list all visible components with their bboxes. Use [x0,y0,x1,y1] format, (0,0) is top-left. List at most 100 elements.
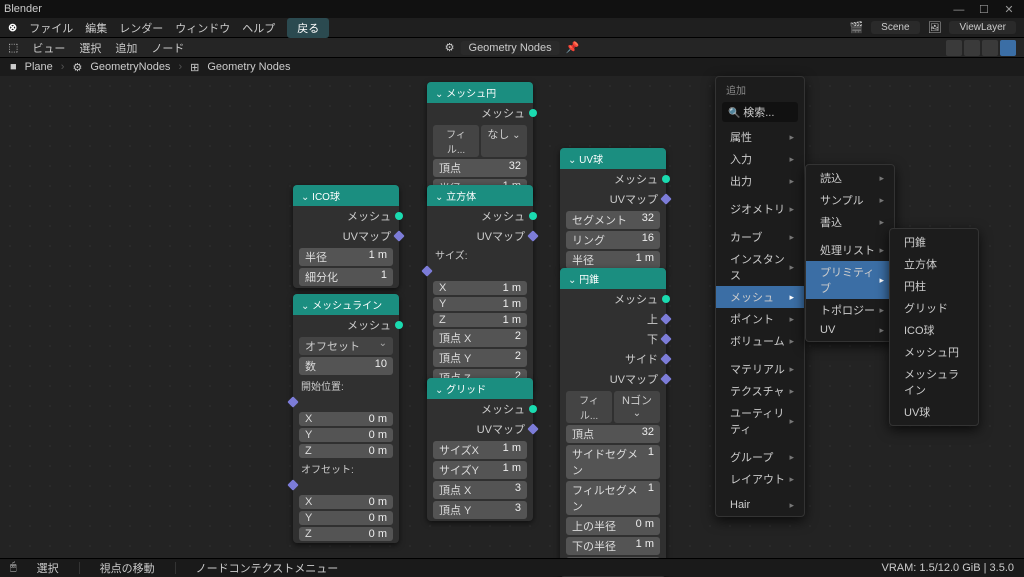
menu-item-mesh-circle[interactable]: メッシュ円 [890,341,978,363]
node-cube[interactable]: 立方体 メッシュ UVマップ サイズ: X1 m Y1 m Z1 m 頂点 X2… [427,185,533,389]
node-mesh-circle[interactable]: メッシュ円 メッシュ フィル...なし ⌄ 頂点32 半径1 m [427,82,533,199]
field-offset-z[interactable]: Z0 m [299,527,393,541]
toolbar-select[interactable]: 選択 [79,40,101,56]
node-header[interactable]: ICO球 [293,185,399,206]
menu-item-utility[interactable]: ユーティリティ▸ [716,402,804,440]
field-side-segments[interactable]: サイドセグメン1 [566,445,660,479]
node-header[interactable]: 円錐 [560,268,666,289]
breadcrumb-modifier[interactable]: GeometryNodes [90,61,170,73]
field-verts-y[interactable]: 頂点 Y2 [433,349,527,367]
field-subdivisions[interactable]: 細分化1 [299,268,393,286]
menu-item-volume[interactable]: ボリューム▸ [716,330,804,352]
field-vertices[interactable]: 頂点32 [433,159,527,177]
menu-item-group[interactable]: グループ▸ [716,446,804,468]
field-verts-x[interactable]: 頂点 X3 [433,481,527,499]
field-radius-bottom[interactable]: 下の半径1 m [566,537,660,555]
node-header[interactable]: メッシュライン [293,294,399,315]
field-size-y[interactable]: サイズY1 m [433,461,527,479]
menu-item-attribute[interactable]: 属性▸ [716,126,804,148]
menu-item-cylinder[interactable]: 円柱 [890,275,978,297]
menu-item-operations[interactable]: 処理リスト▸ [806,239,894,261]
menu-item-topology[interactable]: トポロジー▸ [806,299,894,321]
field-verts-x[interactable]: 頂点 X2 [433,329,527,347]
menu-item-sample[interactable]: サンプル▸ [806,189,894,211]
menu-item-hair[interactable]: Hair▸ [716,496,804,514]
field-size-z[interactable]: Z1 m [433,313,527,327]
field-radius-top[interactable]: 上の半径0 m [566,517,660,535]
field-radius[interactable]: 半径1 m [299,248,393,266]
field-count[interactable]: 数10 [299,357,393,375]
field-radius[interactable]: 半径1 m [566,251,660,269]
overlay-toggle-1[interactable] [946,40,962,56]
menu-file[interactable]: ファイル [29,20,73,36]
viewlayer-selector[interactable]: ViewLayer [949,21,1016,34]
overlay-toggle-2[interactable] [964,40,980,56]
node-header[interactable]: グリッド [427,378,533,399]
workspace-tab[interactable]: 戻る [287,18,329,38]
breadcrumb-object[interactable]: Plane [25,61,53,73]
node-mesh-line[interactable]: メッシュライン メッシュ オフセット 数10 開始位置: X0 m Y0 m Z… [293,294,399,543]
field-start-y[interactable]: Y0 m [299,428,393,442]
menu-item-point[interactable]: ポイント▸ [716,308,804,330]
toolbar-view[interactable]: ビュー [32,40,65,56]
menu-search[interactable]: 🔍 検索... [722,102,798,122]
node-cone[interactable]: 円錐 メッシュ 上 下 サイド UVマップ フィル...Nゴン ⌄ 頂点32 サ… [560,268,666,577]
node-ico-sphere[interactable]: ICO球 メッシュ UVマップ 半径1 m 細分化1 [293,185,399,288]
menu-item-cube[interactable]: 立方体 [890,253,978,275]
menu-help[interactable]: ヘルプ [242,20,275,36]
menu-item-cone[interactable]: 円錐 [890,231,978,253]
menu-window[interactable]: ウィンドウ [175,20,230,36]
menu-item-curve[interactable]: カーブ▸ [716,226,804,248]
menu-item-geometry[interactable]: ジオメトリ▸ [716,198,804,220]
node-grid[interactable]: グリッド メッシュ UVマップ サイズX1 m サイズY1 m 頂点 X3 頂点… [427,378,533,521]
menu-item-read[interactable]: 読込▸ [806,167,894,189]
menu-item-texture[interactable]: テクスチャ▸ [716,380,804,402]
overlay-toggle-3[interactable] [982,40,998,56]
toolbar-add[interactable]: 追加 [115,40,137,56]
dropdown-fill[interactable]: なし ⌄ [481,125,527,157]
menu-edit[interactable]: 編集 [85,20,107,36]
breadcrumb-tree[interactable]: Geometry Nodes [207,61,290,73]
maximize-button[interactable]: ☐ [973,3,995,16]
menu-item-uv-sphere[interactable]: UV球 [890,401,978,423]
node-header[interactable]: UV球 [560,148,666,169]
pin-icon[interactable]: 📌 [566,41,580,54]
menu-item-input[interactable]: 入力▸ [716,148,804,170]
field-offset-y[interactable]: Y0 m [299,511,393,525]
menu-item-output[interactable]: 出力▸ [716,170,804,192]
field-verts-y[interactable]: 頂点 Y3 [433,501,527,519]
node-header[interactable]: 立方体 [427,185,533,206]
field-size-x[interactable]: サイズX1 m [433,441,527,459]
field-size-y[interactable]: Y1 m [433,297,527,311]
field-segments[interactable]: セグメント32 [566,211,660,229]
menu-item-mesh[interactable]: メッシュ▸ [716,286,804,308]
dropdown-mode[interactable]: オフセット [299,337,393,355]
menu-item-write[interactable]: 書込▸ [806,211,894,233]
node-tree-selector[interactable]: Geometry Nodes [461,41,560,55]
close-button[interactable]: ✕ [998,3,1020,16]
node-uv-sphere[interactable]: UV球 メッシュ UVマップ セグメント32 リング16 半径1 m [560,148,666,271]
menu-render[interactable]: レンダー [119,20,163,36]
menu-item-mesh-line[interactable]: メッシュライン [890,363,978,401]
menu-item-layout[interactable]: レイアウト▸ [716,468,804,490]
menu-item-material[interactable]: マテリアル▸ [716,358,804,380]
field-offset-x[interactable]: X0 m [299,495,393,509]
editor-type-icon[interactable]: ⬚ [8,41,18,54]
node-canvas[interactable]: ICO球 メッシュ UVマップ 半径1 m 細分化1 メッシュライン メッシュ … [0,76,1024,558]
toolbar-node[interactable]: ノード [151,40,184,56]
field-fill-segments[interactable]: フィルセグメン1 [566,481,660,515]
field-start-x[interactable]: X0 m [299,412,393,426]
menu-item-grid[interactable]: グリッド [890,297,978,319]
menu-item-primitives[interactable]: プリミティブ▸ [806,261,894,299]
field-size-x[interactable]: X1 m [433,281,527,295]
overlay-toggle-4[interactable] [1000,40,1016,56]
scene-selector[interactable]: Scene [871,21,919,34]
node-header[interactable]: メッシュ円 [427,82,533,103]
field-start-z[interactable]: Z0 m [299,444,393,458]
field-rings[interactable]: リング16 [566,231,660,249]
menu-item-ico-sphere[interactable]: ICO球 [890,319,978,341]
minimize-button[interactable]: — [948,4,970,16]
menu-item-instance[interactable]: インスタンス▸ [716,248,804,286]
dropdown-fill[interactable]: Nゴン ⌄ [614,391,660,423]
menu-item-uv[interactable]: UV▸ [806,321,894,339]
